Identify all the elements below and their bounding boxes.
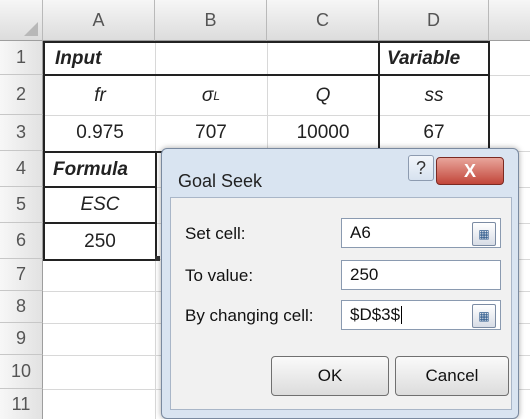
cell-d3[interactable]: 67	[379, 115, 489, 151]
row-header-7[interactable]: 7	[0, 259, 43, 291]
set-cell-input[interactable]: A6 ▦	[341, 218, 501, 248]
cell-a4[interactable]: Formula	[45, 153, 155, 186]
column-header-d[interactable]: D	[379, 0, 489, 41]
changing-cell-value: $D$3$	[350, 305, 401, 324]
row-header-1[interactable]: 1	[0, 41, 43, 75]
cell-a5[interactable]: ESC	[45, 188, 155, 222]
cell-a2[interactable]: fr	[45, 76, 155, 115]
dialog-title: Goal Seek	[178, 171, 263, 191]
fill-handle[interactable]	[155, 256, 160, 261]
sigma-subscript: L	[213, 88, 221, 103]
to-value-label: To value:	[185, 266, 254, 285]
cell-a3[interactable]: 0.975	[45, 115, 155, 151]
column-header-c[interactable]: C	[267, 0, 379, 41]
row-header-8[interactable]: 8	[0, 291, 43, 323]
to-value-input[interactable]: 250	[341, 260, 501, 290]
cell-d2[interactable]: ss	[379, 76, 489, 115]
cell-b2[interactable]: σL	[155, 76, 267, 115]
goal-seek-dialog: Goal Seek ? X Set cell: A6 ▦ To value: 2…	[161, 148, 519, 419]
close-icon[interactable]: X	[436, 157, 504, 185]
cell-b3[interactable]: 707	[155, 115, 267, 151]
row-header-6[interactable]: 6	[0, 223, 43, 259]
cell-c3[interactable]: 10000	[267, 115, 379, 151]
ok-button[interactable]: OK	[271, 356, 389, 396]
sigma-symbol: σ	[201, 84, 214, 106]
cell-a1[interactable]: Input	[45, 43, 245, 74]
range-select-icon[interactable]: ▦	[472, 222, 496, 246]
changing-cell-label: By changing cell:	[185, 306, 314, 325]
cell-c2[interactable]: Q	[267, 76, 379, 115]
text-caret	[401, 306, 403, 324]
to-value-value: 250	[350, 265, 379, 284]
changing-cell-input[interactable]: $D$3$ ▦	[341, 300, 501, 330]
help-icon[interactable]: ?	[408, 155, 434, 181]
row-header-9[interactable]: 9	[0, 323, 43, 355]
row-header-10[interactable]: 10	[0, 355, 43, 389]
row-header-11[interactable]: 11	[0, 389, 43, 419]
set-cell-label: Set cell:	[185, 224, 246, 243]
cell-d1[interactable]: Variable	[381, 43, 487, 74]
column-header-b[interactable]: B	[155, 0, 267, 41]
column-header-e[interactable]	[489, 0, 530, 41]
column-header-a[interactable]: A	[43, 0, 155, 41]
cell-a6[interactable]: 250	[45, 224, 155, 259]
dialog-body: Set cell: A6 ▦ To value: 250 By changing…	[170, 197, 512, 410]
row-header-5[interactable]: 5	[0, 187, 43, 223]
row-header-2[interactable]: 2	[0, 75, 43, 115]
set-cell-value: A6	[350, 223, 371, 242]
cancel-button[interactable]: Cancel	[395, 356, 509, 396]
select-all-corner[interactable]	[0, 0, 43, 41]
row-header-3[interactable]: 3	[0, 115, 43, 151]
row-header-4[interactable]: 4	[0, 151, 43, 187]
range-select-icon[interactable]: ▦	[472, 304, 496, 328]
